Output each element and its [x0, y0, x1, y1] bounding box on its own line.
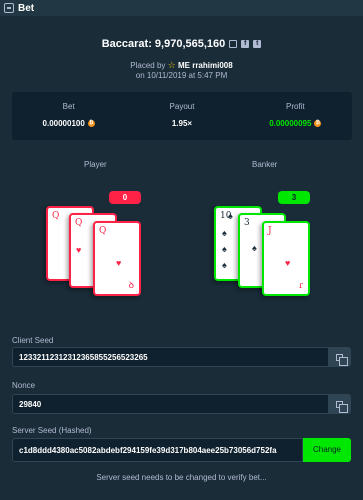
- stat-bet-value: 0.00000100: [42, 119, 85, 128]
- spade-icon: ♠: [222, 244, 227, 254]
- server-seed-value[interactable]: c1d8ddd4380ac5082abdebf294159fe39d317b80…: [12, 438, 303, 462]
- server-seed-label: Server Seed (Hashed): [12, 426, 92, 435]
- copy-icon: [335, 400, 348, 413]
- spade-icon: ♠: [228, 211, 233, 221]
- player-label: Player: [84, 160, 107, 169]
- nonce-label: Nonce: [12, 381, 36, 390]
- facebook-icon[interactable]: f: [241, 40, 250, 48]
- stat-bet-label: Bet: [62, 102, 75, 111]
- banker-card-3: J ♥ ɾ: [262, 221, 310, 296]
- bet-stats-panel: Bet 0.00000100 ₿ Payout 1.95× Profit 0.00…: [12, 92, 352, 140]
- nonce-field[interactable]: 29840: [12, 394, 351, 414]
- window-title: Bet: [18, 2, 35, 14]
- nonce-value[interactable]: 29840: [13, 400, 328, 409]
- card-rank: 3: [244, 218, 250, 228]
- change-seed-button[interactable]: Change: [303, 438, 351, 462]
- placed-prefix: Placed by: [130, 61, 166, 70]
- title-bar: Bet: [0, 0, 363, 16]
- heart-icon: ♥: [116, 258, 122, 268]
- player-card-3: Q ♥ ꝺ: [93, 221, 141, 296]
- game-label: Baccarat: 9,970,565,160: [101, 38, 226, 50]
- stat-profit-label: Profit: [285, 102, 305, 111]
- game-header: Baccarat: 9,970,565,160 f t: [0, 38, 363, 50]
- card-rank: Q: [75, 218, 83, 228]
- copy-nonce-button[interactable]: [328, 395, 350, 413]
- server-seed-field: c1d8ddd4380ac5082abdebf294159fe39d317b80…: [12, 438, 351, 462]
- card-rank: J: [268, 226, 272, 236]
- stat-profit-value: 0.00000095: [269, 119, 312, 128]
- placed-user[interactable]: ME rrahimi008: [178, 61, 233, 70]
- stat-payout-value: 1.95×: [171, 119, 193, 128]
- copy-icon: [335, 353, 348, 366]
- client-seed-label: Client Seed: [12, 336, 54, 345]
- heart-icon: ♥: [285, 258, 291, 268]
- verify-note: Server seed needs to be changed to verif…: [96, 473, 267, 482]
- card-rank: Q: [99, 226, 107, 236]
- btc-icon: ₿: [314, 120, 322, 127]
- spade-icon: ♠: [252, 243, 257, 253]
- btc-icon: ₿: [87, 120, 95, 127]
- card-corner: ꝺ: [128, 281, 134, 291]
- card-rank: Q: [52, 211, 60, 221]
- stat-payout-label: Payout: [169, 102, 195, 111]
- stat-profit: Profit 0.00000095 ₿: [239, 92, 352, 140]
- placed-date: on 10/11/2019 at 5:47 PM: [135, 71, 228, 80]
- banker-label: Banker: [252, 160, 278, 169]
- star-icon: ☆: [167, 60, 176, 70]
- copy-icon[interactable]: [229, 40, 238, 48]
- spade-icon: ♠: [222, 228, 227, 238]
- stat-bet: Bet 0.00000100 ₿: [12, 92, 125, 140]
- heart-icon: ♥: [76, 245, 82, 255]
- player-score-badge: 0: [109, 191, 141, 204]
- card-corner: ɾ: [298, 281, 303, 291]
- bet-icon: [4, 3, 14, 13]
- client-seed-value[interactable]: 12332112312312365855256523265: [13, 353, 328, 362]
- copy-client-seed-button[interactable]: [328, 348, 350, 366]
- spade-icon: ♠: [222, 260, 227, 270]
- placed-info: Placed by ☆ ME rrahimi008 on 10/11/2019 …: [0, 60, 363, 81]
- client-seed-field[interactable]: 12332112312312365855256523265: [12, 347, 351, 367]
- banker-score-badge: 3: [278, 191, 310, 204]
- stat-payout: Payout 1.95×: [125, 92, 238, 140]
- twitter-icon[interactable]: t: [253, 40, 262, 48]
